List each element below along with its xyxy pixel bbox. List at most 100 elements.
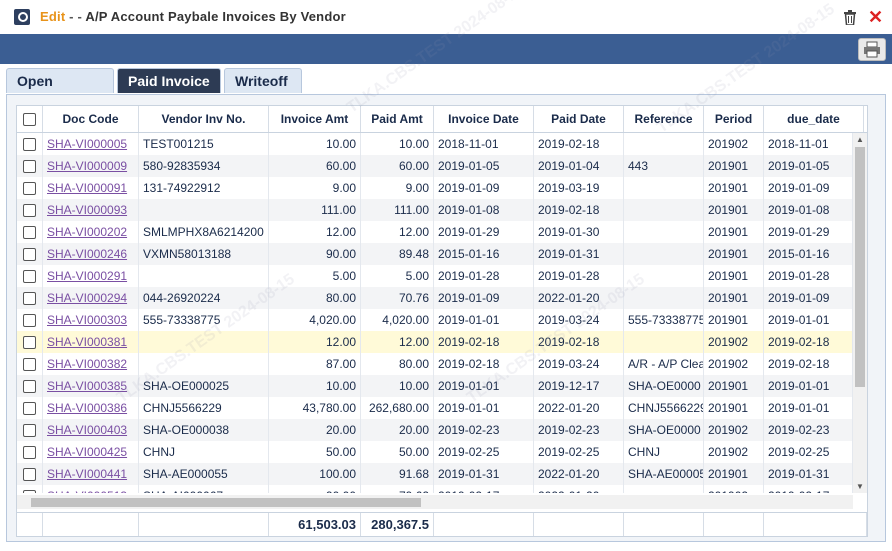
table-row[interactable]: SHA-VI000291 5.00 5.00 2019-01-28 2019-01-28… bbox=[17, 265, 853, 287]
footer-cell bbox=[764, 513, 867, 536]
doc-code-cell: SHA-VI000385 bbox=[43, 375, 139, 397]
reference-cell: CHNJ bbox=[624, 441, 704, 463]
col-invoice-date[interactable]: Invoice Date bbox=[434, 106, 534, 132]
doc-code-cell: SHA-VI000246 bbox=[43, 243, 139, 265]
vendor-inv-no-cell bbox=[139, 199, 269, 221]
vendor-inv-no-cell: 044-26920224 bbox=[139, 287, 269, 309]
row-checkbox[interactable] bbox=[23, 358, 36, 372]
table-row[interactable]: SHA-VI000403 SHA-OE000038 20.00 20.00 2019-0… bbox=[17, 419, 853, 441]
tab-writeoff[interactable]: Writeoff bbox=[224, 68, 302, 93]
horizontal-scroll-thumb[interactable] bbox=[31, 498, 421, 507]
table-row[interactable]: SHA-VI000425 CHNJ 50.00 50.00 2019-02-25 2019… bbox=[17, 441, 853, 463]
close-icon[interactable]: ✕ bbox=[868, 8, 883, 26]
print-button[interactable] bbox=[858, 38, 886, 61]
doc-code-link[interactable]: SHA-VI000381 bbox=[47, 335, 127, 349]
table-row[interactable]: SHA-VI000093 111.00 111.00 2019-01-08 2019-0… bbox=[17, 199, 853, 221]
row-checkbox[interactable] bbox=[23, 446, 36, 460]
table-row[interactable]: SHA-VI000382 87.00 80.00 2019-02-18 2019-03-… bbox=[17, 353, 853, 375]
table-row[interactable]: SHA-VI000441 SHA-AE000055 100.00 91.68 2019-… bbox=[17, 463, 853, 485]
row-checkbox[interactable] bbox=[23, 138, 36, 152]
row-checkbox-cell bbox=[17, 485, 43, 493]
period-cell: 201901 bbox=[704, 221, 764, 243]
table-row[interactable]: SHA-VI000091 131-74922912 9.00 9.00 2019-01-… bbox=[17, 177, 853, 199]
doc-code-link[interactable]: SHA-VI000513 bbox=[47, 489, 127, 493]
doc-code-cell: SHA-VI000291 bbox=[43, 265, 139, 287]
col-vendor-inv-no[interactable]: Vendor Inv No. bbox=[139, 106, 269, 132]
reference-cell bbox=[624, 177, 704, 199]
doc-code-link[interactable]: SHA-VI000303 bbox=[47, 313, 127, 327]
table-row[interactable]: SHA-VI000381 12.00 12.00 2019-02-18 2019-02-… bbox=[17, 331, 853, 353]
table-row[interactable]: SHA-VI000513SHA-AI00006790.0079.622019-0… bbox=[17, 485, 853, 493]
table-row[interactable]: SHA-VI000385 SHA-OE000025 10.00 10.00 2019-0… bbox=[17, 375, 853, 397]
row-checkbox[interactable] bbox=[23, 402, 36, 416]
footer-cell bbox=[534, 513, 624, 536]
horizontal-scrollbar[interactable] bbox=[17, 495, 853, 509]
doc-code-link[interactable]: SHA-VI000386 bbox=[47, 401, 127, 415]
doc-code-cell: SHA-VI000294 bbox=[43, 287, 139, 309]
invoice-date-cell: 2019-01-09 bbox=[434, 287, 534, 309]
row-checkbox[interactable] bbox=[23, 314, 36, 328]
col-paid-amt[interactable]: Paid Amt bbox=[361, 106, 434, 132]
row-checkbox[interactable] bbox=[23, 160, 36, 174]
due-date-cell: 2019-02-18 bbox=[764, 331, 853, 353]
row-checkbox-cell bbox=[17, 309, 43, 331]
row-checkbox[interactable] bbox=[23, 226, 36, 240]
tab-paid-invoice[interactable]: Paid Invoice bbox=[117, 68, 221, 93]
doc-code-link[interactable]: SHA-VI000294 bbox=[47, 291, 127, 305]
row-checkbox[interactable] bbox=[23, 490, 36, 493]
doc-code-link[interactable]: SHA-VI000403 bbox=[47, 423, 127, 437]
col-reference[interactable]: Reference bbox=[624, 106, 704, 132]
table-row[interactable]: SHA-VI000386 CHNJ5566229 43,780.00 262,680.… bbox=[17, 397, 853, 419]
table-row[interactable]: SHA-VI000005 TEST001215 10.00 10.00 2018-11-… bbox=[17, 133, 853, 155]
select-all-checkbox[interactable] bbox=[23, 113, 36, 127]
paid-date-cell: 2019-02-18 bbox=[534, 199, 624, 221]
doc-code-link[interactable]: SHA-VI000382 bbox=[47, 357, 127, 371]
period-cell: 201901 bbox=[704, 309, 764, 331]
paid-date-cell: 2019-03-19 bbox=[534, 177, 624, 199]
scroll-down-icon[interactable]: ▼ bbox=[856, 482, 864, 491]
invoice-amt-cell: 12.00 bbox=[269, 331, 361, 353]
invoice-amt-cell: 10.00 bbox=[269, 375, 361, 397]
col-invoice-amt[interactable]: Invoice Amt bbox=[269, 106, 361, 132]
reference-cell: SHA-OE0000 bbox=[624, 419, 704, 441]
col-doc-code[interactable]: Doc Code bbox=[43, 106, 139, 132]
col-due-date[interactable]: due_date bbox=[764, 106, 864, 132]
reference-cell bbox=[624, 221, 704, 243]
invoice-date-cell: 2019-02-18 bbox=[434, 353, 534, 375]
row-checkbox[interactable] bbox=[23, 248, 36, 262]
vertical-scrollbar[interactable]: ▲ ▼ bbox=[853, 133, 867, 493]
table-row[interactable]: SHA-VI000303 555-73338775 4,020.00 4,020.00… bbox=[17, 309, 853, 331]
row-checkbox[interactable] bbox=[23, 468, 36, 482]
doc-code-link[interactable]: SHA-VI000005 bbox=[47, 137, 127, 151]
row-checkbox[interactable] bbox=[23, 204, 36, 218]
trash-icon[interactable] bbox=[843, 10, 857, 25]
doc-code-link[interactable]: SHA-VI000246 bbox=[47, 247, 127, 261]
row-checkbox[interactable] bbox=[23, 292, 36, 306]
vertical-scroll-thumb[interactable] bbox=[855, 147, 865, 387]
col-paid-date[interactable]: Paid Date bbox=[534, 106, 624, 132]
doc-code-link[interactable]: SHA-VI000385 bbox=[47, 379, 127, 393]
doc-code-link[interactable]: SHA-VI000441 bbox=[47, 467, 127, 481]
doc-code-link[interactable]: SHA-VI000009 bbox=[47, 159, 127, 173]
period-cell: 201902 bbox=[704, 331, 764, 353]
doc-code-link[interactable]: SHA-VI000093 bbox=[47, 203, 127, 217]
row-checkbox[interactable] bbox=[23, 270, 36, 284]
row-checkbox[interactable] bbox=[23, 380, 36, 394]
paid-amt-cell: 20.00 bbox=[361, 419, 434, 441]
paid-date-cell: 2019-02-18 bbox=[534, 331, 624, 353]
doc-code-link[interactable]: SHA-VI000202 bbox=[47, 225, 127, 239]
scroll-up-icon[interactable]: ▲ bbox=[856, 135, 864, 144]
table-row[interactable]: SHA-VI000202 SMLMPHX8A6214200 12.00 12.00 20… bbox=[17, 221, 853, 243]
table-row[interactable]: SHA-VI000009 580-92835934 60.00 60.00 2019-0… bbox=[17, 155, 853, 177]
table-row[interactable]: SHA-VI000246 VXMN58013188 90.00 89.48 2015-0… bbox=[17, 243, 853, 265]
doc-code-link[interactable]: SHA-VI000425 bbox=[47, 445, 127, 459]
row-checkbox[interactable] bbox=[23, 424, 36, 438]
table-row[interactable]: SHA-VI000294 044-26920224 80.00 70.76 2019-0… bbox=[17, 287, 853, 309]
row-checkbox[interactable] bbox=[23, 336, 36, 350]
doc-code-link[interactable]: SHA-VI000291 bbox=[47, 269, 127, 283]
col-period[interactable]: Period bbox=[704, 106, 764, 132]
tab-open-invoice[interactable]: Open Invoice bbox=[6, 68, 114, 114]
doc-code-link[interactable]: SHA-VI000091 bbox=[47, 181, 127, 195]
due-date-cell: 2019-01-09 bbox=[764, 177, 853, 199]
row-checkbox[interactable] bbox=[23, 182, 36, 196]
